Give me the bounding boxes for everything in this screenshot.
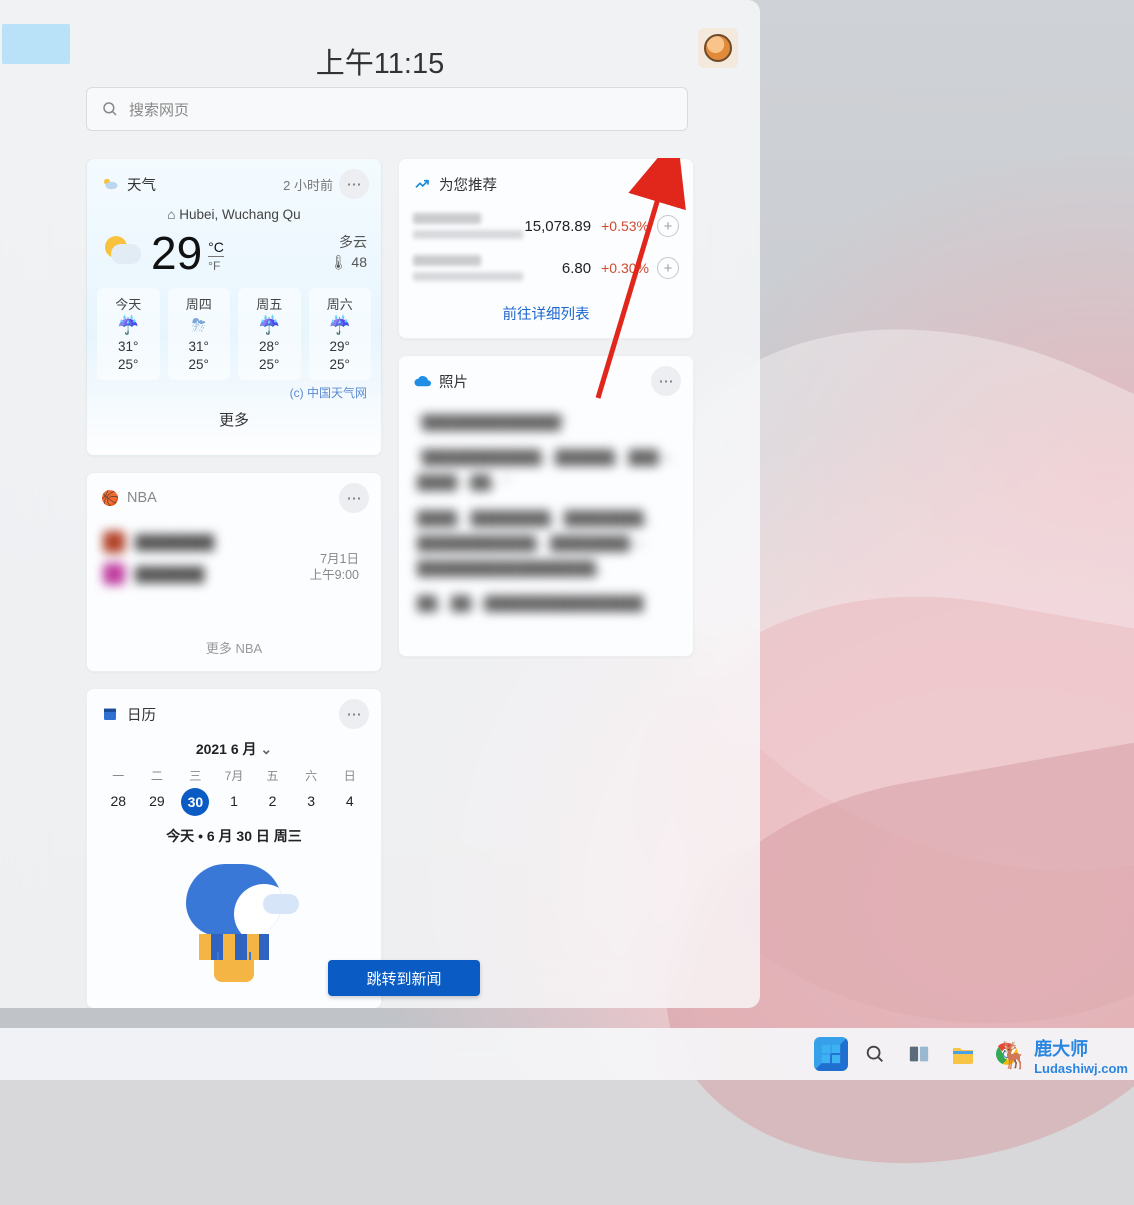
- widgets-panel: 上午11:15 搜索网页 天气 2 小时前 Hubei, Wuchang Qu …: [0, 0, 760, 1008]
- calendar-day[interactable]: 3: [292, 788, 331, 816]
- weather-condition: 多云 🌡 48: [330, 233, 367, 272]
- weather-title: 天气: [127, 174, 156, 195]
- cloud-icon: [413, 372, 431, 390]
- calendar-today-text: 今天 • 6 月 30 日 周三: [87, 826, 381, 846]
- weather-forecast: 今天☔31°25° 周四⛈31°25° 周五☔28°25° 周六☔29°25°: [87, 280, 381, 380]
- forecast-day[interactable]: 周六☔29°25°: [309, 288, 372, 380]
- current-weather-icon: [101, 234, 145, 272]
- add-stock-button[interactable]: +: [657, 257, 679, 279]
- calendar-day[interactable]: 2: [253, 788, 292, 816]
- calendar-day-selected[interactable]: 30: [181, 788, 209, 816]
- weather-card[interactable]: 天气 2 小时前 Hubei, Wuchang Qu 29 °C °F 多云 🌡…: [86, 158, 382, 456]
- stock-row[interactable]: 6.80 +0.30% +: [413, 247, 679, 289]
- weather-icon: [101, 175, 119, 193]
- weather-attribution: (c) 中国天气网: [87, 380, 381, 401]
- nba-title: NBA: [127, 490, 157, 506]
- search-placeholder: 搜索网页: [129, 99, 189, 120]
- calendar-day[interactable]: 1: [215, 788, 254, 816]
- search-icon: [101, 100, 119, 118]
- photos-more-button[interactable]: [651, 366, 681, 396]
- photos-card[interactable]: 照片 "██████████████" "████████████，██████…: [398, 355, 694, 657]
- add-stock-button[interactable]: +: [657, 215, 679, 237]
- calendar-day[interactable]: 28: [99, 788, 138, 816]
- recommend-title: 为您推荐: [439, 174, 497, 195]
- nba-footer[interactable]: 更多 NBA: [87, 638, 381, 657]
- calendar-day[interactable]: 29: [138, 788, 177, 816]
- weather-unit-toggle[interactable]: °C °F: [208, 239, 224, 273]
- weather-updated: 2 小时前: [283, 175, 333, 194]
- sports-icon: 🏀: [101, 489, 119, 507]
- weather-more-button[interactable]: [339, 169, 369, 199]
- stock-change: +0.30%: [601, 260, 649, 276]
- weather-location: Hubei, Wuchang Qu: [87, 207, 381, 222]
- recommend-more-button[interactable]: [651, 169, 681, 199]
- weather-more-link[interactable]: 更多: [87, 401, 381, 440]
- stock-value: 6.80: [562, 260, 591, 277]
- nba-card[interactable]: 🏀 NBA ████████ ███████ 7月1日上午9:00 更多 NBA: [86, 472, 382, 672]
- weather-temp: 29: [151, 226, 202, 280]
- watermark: 🦌 鹿大师 Ludashiwj.com: [998, 1035, 1128, 1076]
- forecast-day[interactable]: 周五☔28°25°: [238, 288, 301, 380]
- taskbar-taskview[interactable]: [902, 1037, 936, 1071]
- calendar-title: 日历: [127, 704, 156, 725]
- photos-title: 照片: [439, 371, 468, 392]
- forecast-day[interactable]: 今天☔31°25°: [97, 288, 160, 380]
- taskbar: [0, 1028, 1134, 1080]
- finance-icon: [413, 175, 431, 193]
- nba-more-button[interactable]: [339, 483, 369, 513]
- calendar-more-button[interactable]: [339, 699, 369, 729]
- recommend-footer-link[interactable]: 前往详细列表: [399, 291, 693, 338]
- start-button[interactable]: [814, 1037, 848, 1071]
- calendar-month-picker[interactable]: 2021 6 月: [87, 739, 381, 759]
- calendar-day[interactable]: 4: [330, 788, 369, 816]
- search-input[interactable]: 搜索网页: [86, 87, 688, 131]
- recommendations-card[interactable]: 为您推荐 15,078.89 +0.53% + 6.80 +0.30% +: [398, 158, 694, 339]
- jump-to-news-button[interactable]: 跳转到新闻: [328, 960, 480, 996]
- calendar-illustration: [179, 864, 289, 994]
- stock-change: +0.53%: [601, 218, 649, 234]
- taskbar-explorer[interactable]: [946, 1037, 980, 1071]
- clock: 上午11:15: [0, 40, 760, 82]
- calendar-icon: [101, 705, 119, 723]
- stock-row[interactable]: 15,078.89 +0.53% +: [413, 205, 679, 247]
- user-avatar[interactable]: [698, 28, 738, 68]
- stock-value: 15,078.89: [524, 218, 591, 235]
- forecast-day[interactable]: 周四⛈31°25°: [168, 288, 231, 380]
- calendar-grid: 一 二 三 7月 五 六 日 28 29 30 1 2 3 4: [87, 759, 381, 816]
- photos-body: "██████████████" "████████████，██████，██…: [399, 396, 693, 642]
- taskbar-search[interactable]: [858, 1037, 892, 1071]
